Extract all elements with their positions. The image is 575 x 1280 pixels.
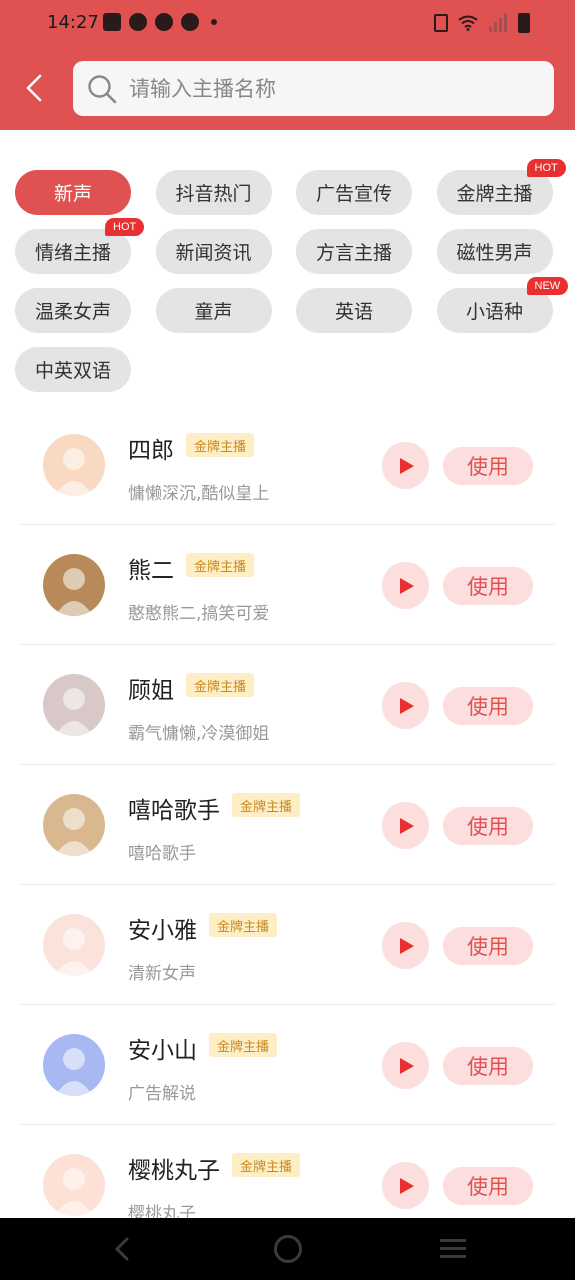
category-chip[interactable]: 新闻资讯 [155, 229, 272, 274]
play-button[interactable] [382, 802, 429, 849]
chip-tag-badge: HOT [526, 159, 566, 177]
search-box[interactable] [73, 61, 554, 116]
anchor-avatar [43, 434, 105, 496]
anchor-name: 顾姐 [128, 678, 174, 704]
play-icon [399, 1057, 414, 1074]
chip-tag-badge: HOT [105, 218, 145, 236]
category-chip[interactable]: 英语 [296, 288, 412, 333]
category-chip[interactable]: 新声 [15, 170, 131, 215]
anchor-name: 安小山 [128, 1038, 197, 1064]
app-notification-icon [155, 13, 173, 31]
anchor-name: 嘻哈歌手 [128, 798, 220, 824]
gold-anchor-badge: 金牌主播 [232, 1153, 301, 1177]
system-navigation-bar [0, 1218, 575, 1280]
wifi-icon [458, 15, 478, 31]
status-time: 14:27 [47, 12, 99, 33]
gold-anchor-badge: 金牌主播 [209, 1033, 278, 1057]
anchor-row[interactable]: 安小山 金牌主播广告解说 使用 [20, 1005, 555, 1125]
anchor-name: 四郎 [128, 438, 174, 464]
play-button[interactable] [382, 922, 429, 969]
play-button[interactable] [382, 562, 429, 609]
system-icons [434, 13, 530, 33]
signal-icon [489, 14, 507, 32]
anchor-row[interactable]: 嘻哈歌手 金牌主播 嘻哈歌手 使用 [20, 765, 555, 885]
play-button[interactable] [382, 442, 429, 489]
anchor-description: 广告解说 [128, 1084, 196, 1104]
category-chip[interactable]: 广告宣传 [296, 170, 412, 215]
nav-back-icon[interactable] [110, 1235, 134, 1263]
anchor-row[interactable]: 四郎 金牌主播慵懒深沉,酷似皇上 使用 [20, 405, 555, 525]
anchor-row[interactable]: 安小雅 金牌主播清新女声 使用 [20, 885, 555, 1005]
gold-anchor-badge: 金牌主播 [186, 433, 255, 457]
anchor-row[interactable]: 顾姐 金牌主播霸气慵懒,冷漠御姐 使用 [20, 645, 555, 765]
use-button[interactable]: 使用 [443, 1047, 533, 1085]
play-icon [399, 817, 414, 834]
use-button[interactable]: 使用 [443, 567, 533, 605]
back-button[interactable] [18, 70, 50, 106]
play-button[interactable] [382, 1162, 429, 1209]
category-chip[interactable]: 方言主播 [296, 229, 412, 274]
use-button[interactable]: 使用 [443, 447, 533, 485]
play-icon [399, 457, 414, 474]
gold-anchor-badge: 金牌主播 [209, 913, 278, 937]
battery-icon [518, 13, 530, 33]
anchor-avatar [43, 554, 105, 616]
more-notifications-icon [211, 19, 217, 25]
use-button[interactable]: 使用 [443, 687, 533, 725]
anchor-description: 慵懒深沉,酷似皇上 [128, 484, 270, 504]
search-icon [88, 75, 117, 104]
anchor-name: 樱桃丸子 [128, 1158, 220, 1184]
anchor-description: 憨憨熊二,搞笑可爱 [128, 604, 270, 624]
play-button[interactable] [382, 682, 429, 729]
anchor-avatar [43, 1154, 105, 1216]
anchor-description: 清新女声 [128, 964, 196, 984]
use-button[interactable]: 使用 [443, 927, 533, 965]
anchor-description: 嘻哈歌手 [128, 844, 196, 864]
anchor-avatar [43, 794, 105, 856]
use-button[interactable]: 使用 [443, 1167, 533, 1205]
anchor-name: 安小雅 [128, 918, 197, 944]
chip-tag-badge: NEW [526, 277, 569, 295]
app-notification-icon [129, 13, 147, 31]
header-bar: 14:27 [0, 0, 575, 130]
mail-icon [103, 13, 121, 31]
play-button[interactable] [382, 1042, 429, 1089]
anchor-row[interactable]: 熊二 金牌主播憨憨熊二,搞笑可爱 使用 [20, 525, 555, 645]
category-chip[interactable]: 温柔女声 [15, 288, 131, 333]
nav-home-icon[interactable] [274, 1235, 302, 1263]
notification-icons [103, 13, 217, 31]
category-chip[interactable]: 童声 [155, 288, 272, 333]
anchor-name: 熊二 [128, 558, 174, 584]
app-notification-icon [181, 13, 199, 31]
anchor-avatar [43, 1034, 105, 1096]
gold-anchor-badge: 金牌主播 [232, 793, 301, 817]
use-button[interactable]: 使用 [443, 807, 533, 845]
play-icon [399, 1177, 414, 1194]
nav-recents-icon[interactable] [440, 1238, 466, 1260]
gold-anchor-badge: 金牌主播 [186, 673, 255, 697]
category-chip[interactable]: 抖音热门 [155, 170, 272, 215]
vibrate-icon [434, 14, 448, 32]
category-chip[interactable]: 磁性男声 [436, 229, 553, 274]
anchor-description: 霸气慵懒,冷漠御姐 [128, 724, 270, 744]
play-icon [399, 937, 414, 954]
gold-anchor-badge: 金牌主播 [186, 553, 255, 577]
anchor-avatar [43, 914, 105, 976]
anchor-avatar [43, 674, 105, 736]
play-icon [399, 577, 414, 594]
category-chip[interactable]: 中英双语 [15, 347, 131, 392]
play-icon [399, 697, 414, 714]
search-input[interactable] [129, 61, 529, 116]
